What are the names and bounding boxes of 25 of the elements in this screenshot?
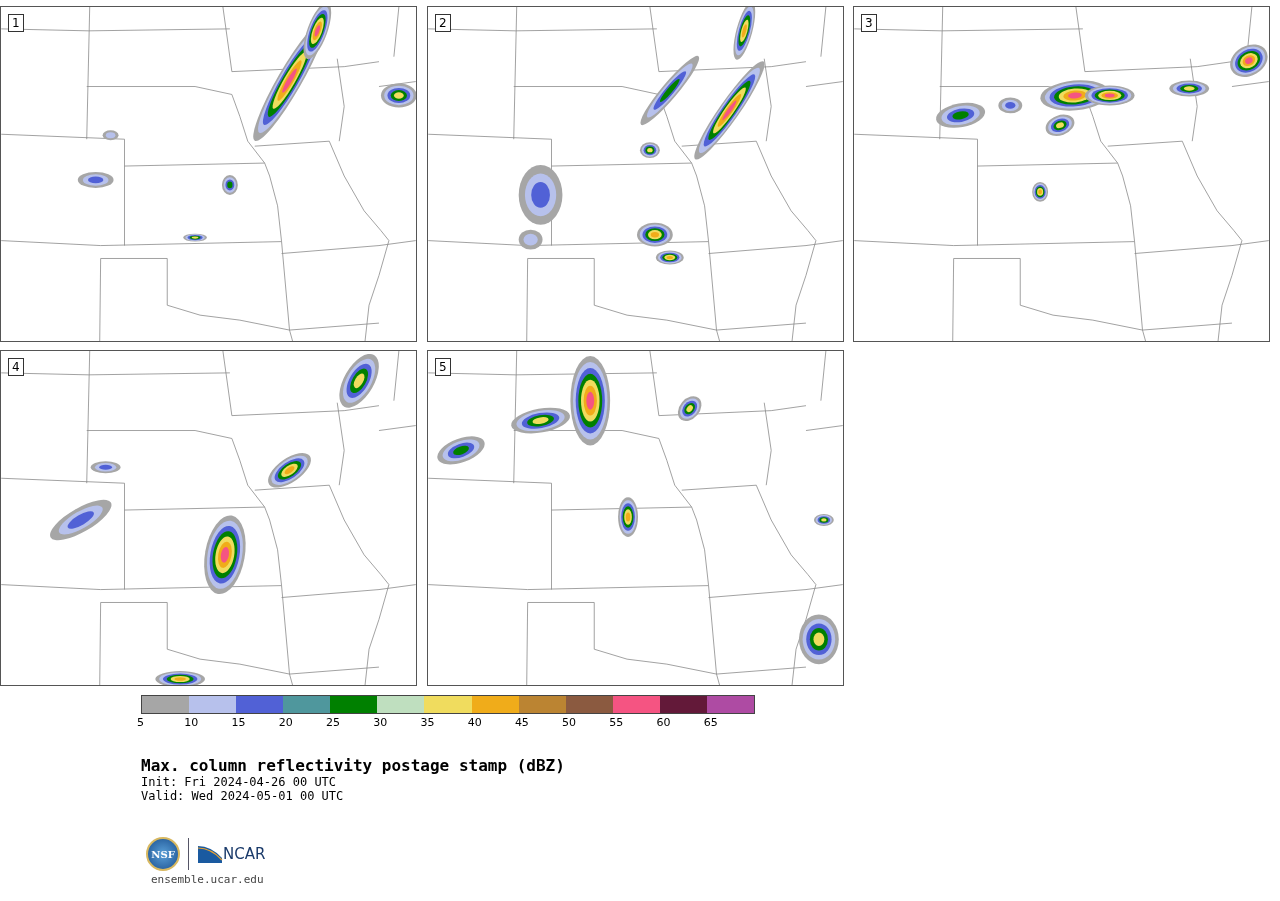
nsf-logo: NSF: [146, 837, 180, 871]
panel-number: 4: [8, 358, 24, 376]
scale-tick-label: 20: [278, 716, 294, 729]
scale-tick-label: 60: [656, 716, 672, 729]
swoosh-icon: [197, 844, 223, 864]
panel-number: 3: [861, 14, 877, 32]
valid-time: Valid: Wed 2024-05-01 00 UTC: [141, 789, 345, 803]
scale-tick-label: 45: [514, 716, 530, 729]
scale-tick-label: 25: [325, 716, 341, 729]
scale-tick-label: 5: [137, 716, 145, 729]
scale-tick-label: 10: [184, 716, 200, 729]
scale-tick-label: 15: [231, 716, 247, 729]
scale-tick-label: 65: [703, 716, 719, 729]
figure-title: Max. column reflectivity postage stamp (dBZ): [141, 756, 566, 775]
website-address: ensemble.ucar.edu: [151, 873, 265, 886]
panel-number: 1: [8, 14, 24, 32]
panel-number: 2: [435, 14, 451, 32]
panel-number: 5: [435, 358, 451, 376]
scale-tick-label: 35: [420, 716, 436, 729]
scale-tick-label: 40: [467, 716, 483, 729]
scale-tick-label: 30: [373, 716, 389, 729]
ncar-logo: NCAR: [223, 845, 266, 863]
scale-tick-label: 50: [562, 716, 578, 729]
scale-tick-label: 55: [609, 716, 625, 729]
init-time: Init: Fri 2024-04-26 00 UTC: [141, 775, 338, 789]
